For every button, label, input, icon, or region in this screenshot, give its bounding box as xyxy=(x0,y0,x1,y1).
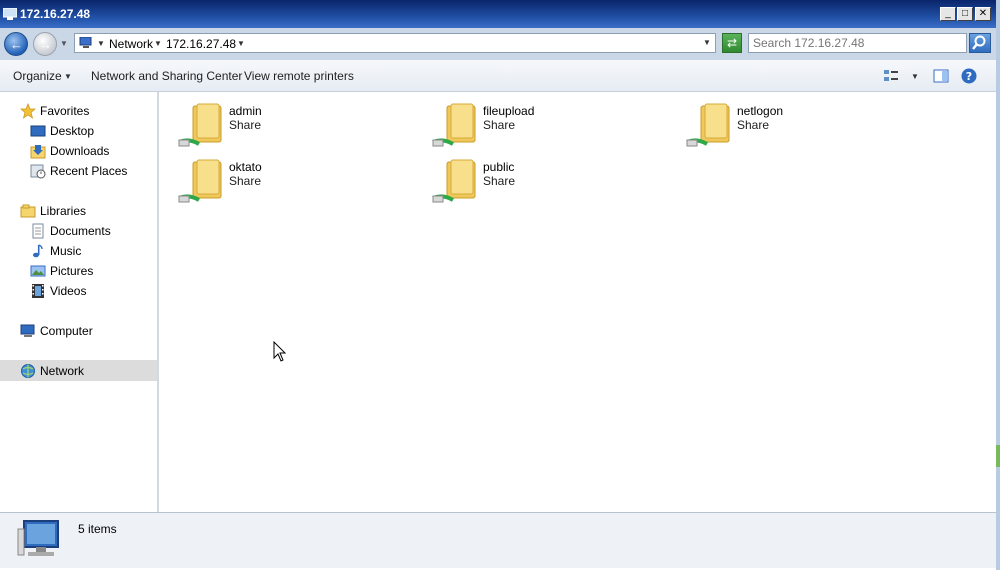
close-button[interactable]: ✕ xyxy=(975,7,991,21)
nav-videos-label: Videos xyxy=(50,284,87,298)
nav-network[interactable]: Network xyxy=(20,361,140,381)
nav-desktop[interactable]: Desktop xyxy=(30,121,150,141)
maximize-button[interactable]: □ xyxy=(957,7,973,21)
window-title: 172.16.27.48 xyxy=(20,7,91,21)
computer-icon xyxy=(17,520,59,556)
share-item[interactable]: admin Share xyxy=(177,98,417,152)
title-bar: 172.16.27.48 _ □ ✕ xyxy=(0,0,996,28)
nav-recent-places-label: Recent Places xyxy=(50,164,128,178)
nav-libraries[interactable]: Libraries xyxy=(20,201,140,221)
chevron-down-icon[interactable]: ▼ xyxy=(97,39,105,48)
refresh-button[interactable]: ⇄ xyxy=(722,33,742,53)
music-icon xyxy=(33,244,43,258)
nav-music-label: Music xyxy=(50,244,82,258)
nav-libraries-label: Libraries xyxy=(40,204,87,218)
share-item[interactable]: fileupload Share xyxy=(431,98,671,152)
breadcrumb-host[interactable]: 172.16.27.48 xyxy=(166,37,236,51)
share-item[interactable]: netlogon Share xyxy=(685,98,925,152)
network-icon xyxy=(21,364,35,378)
minimize-button[interactable]: _ xyxy=(940,7,956,21)
share-type: Share xyxy=(483,118,516,132)
back-arrow-icon: ← xyxy=(10,37,23,52)
share-name: public xyxy=(483,160,515,174)
breadcrumb-network[interactable]: Network xyxy=(109,37,153,51)
forward-button[interactable]: → xyxy=(33,32,57,56)
share-folder-icon xyxy=(432,159,476,203)
nav-pictures[interactable]: Pictures xyxy=(30,261,150,281)
downloads-icon xyxy=(30,145,46,159)
computer-icon xyxy=(20,324,35,337)
star-icon xyxy=(20,103,36,119)
nav-music[interactable]: Music xyxy=(30,241,150,261)
preview-pane-icon[interactable] xyxy=(933,68,949,84)
nav-videos[interactable]: Videos xyxy=(30,281,150,301)
nav-computer[interactable]: Computer xyxy=(20,321,140,341)
refresh-icon: ⇄ xyxy=(726,36,738,50)
share-name: netlogon xyxy=(737,104,784,118)
view-options-icon[interactable] xyxy=(883,68,899,84)
share-folder-icon xyxy=(686,103,730,147)
chevron-down-icon[interactable]: ▼ xyxy=(911,72,919,81)
share-name: oktato xyxy=(229,160,262,174)
item-count: 5 items xyxy=(78,522,117,536)
share-name: admin xyxy=(229,104,262,118)
computer-icon xyxy=(3,8,17,20)
documents-icon xyxy=(32,223,44,239)
share-folder-icon xyxy=(432,103,476,147)
share-item[interactable]: public Share xyxy=(431,154,671,208)
back-button[interactable]: ← xyxy=(4,32,28,56)
nav-downloads[interactable]: Downloads xyxy=(30,141,150,161)
chevron-down-icon[interactable]: ▼ xyxy=(154,39,162,48)
library-icon xyxy=(20,204,36,218)
share-type: Share xyxy=(483,174,516,188)
navigation-pane: Favorites Desktop Downloads Recent Place… xyxy=(0,92,159,512)
chevron-down-icon[interactable]: ▼ xyxy=(64,72,72,81)
share-folder-icon xyxy=(178,103,222,147)
search-input[interactable] xyxy=(753,35,958,51)
desktop-icon xyxy=(30,125,46,137)
videos-icon xyxy=(32,284,44,298)
address-history-dropdown[interactable]: ▼ xyxy=(703,38,711,47)
mouse-cursor-icon xyxy=(273,341,287,362)
network-sharing-center-button[interactable]: Network and Sharing Center xyxy=(91,69,242,83)
search-box[interactable] xyxy=(748,33,967,53)
search-icon xyxy=(972,35,986,50)
recent-pages-dropdown[interactable]: ▼ xyxy=(60,39,68,48)
search-button[interactable] xyxy=(969,33,991,53)
desktop-edge-accent xyxy=(996,445,1000,467)
help-icon[interactable]: ? xyxy=(961,68,977,84)
nav-favorites-label: Favorites xyxy=(40,104,90,118)
explorer-window: 172.16.27.48 _ □ ✕ ← → ▼ ▼ Network ▼ 172… xyxy=(0,0,997,570)
recent-places-icon xyxy=(30,164,46,179)
details-pane: 5 items xyxy=(0,512,996,568)
view-remote-printers-button[interactable]: View remote printers xyxy=(244,69,354,83)
address-bar: ← → ▼ ▼ Network ▼ 172.16.27.48 ▼ ▼ ⇄ xyxy=(0,28,996,60)
forward-arrow-icon: → xyxy=(39,37,52,52)
svg-text:?: ? xyxy=(966,70,972,83)
nav-pictures-label: Pictures xyxy=(50,264,94,278)
file-list: admin Share fileupload Share netlogon Sh xyxy=(159,92,993,512)
desktop-edge xyxy=(996,0,1000,570)
nav-desktop-label: Desktop xyxy=(50,124,95,138)
pictures-icon xyxy=(30,265,46,277)
share-type: Share xyxy=(229,118,262,132)
share-folder-icon xyxy=(178,159,222,203)
nav-recent-places[interactable]: Recent Places xyxy=(30,161,150,181)
nav-favorites[interactable]: Favorites xyxy=(20,101,140,121)
organize-button[interactable]: Organize xyxy=(13,69,62,83)
share-item[interactable]: oktato Share xyxy=(177,154,417,208)
breadcrumb[interactable]: ▼ Network ▼ 172.16.27.48 ▼ xyxy=(74,33,716,53)
computer-icon xyxy=(79,37,92,48)
nav-computer-label: Computer xyxy=(40,324,93,338)
nav-downloads-label: Downloads xyxy=(50,144,110,158)
share-type: Share xyxy=(737,118,770,132)
nav-network-label: Network xyxy=(40,364,85,378)
command-bar: Organize ▼ Network and Sharing Center Vi… xyxy=(0,60,996,92)
share-name: fileupload xyxy=(483,104,535,118)
nav-documents-label: Documents xyxy=(50,224,111,238)
share-type: Share xyxy=(229,174,262,188)
chevron-down-icon[interactable]: ▼ xyxy=(237,39,245,48)
nav-documents[interactable]: Documents xyxy=(30,221,150,241)
